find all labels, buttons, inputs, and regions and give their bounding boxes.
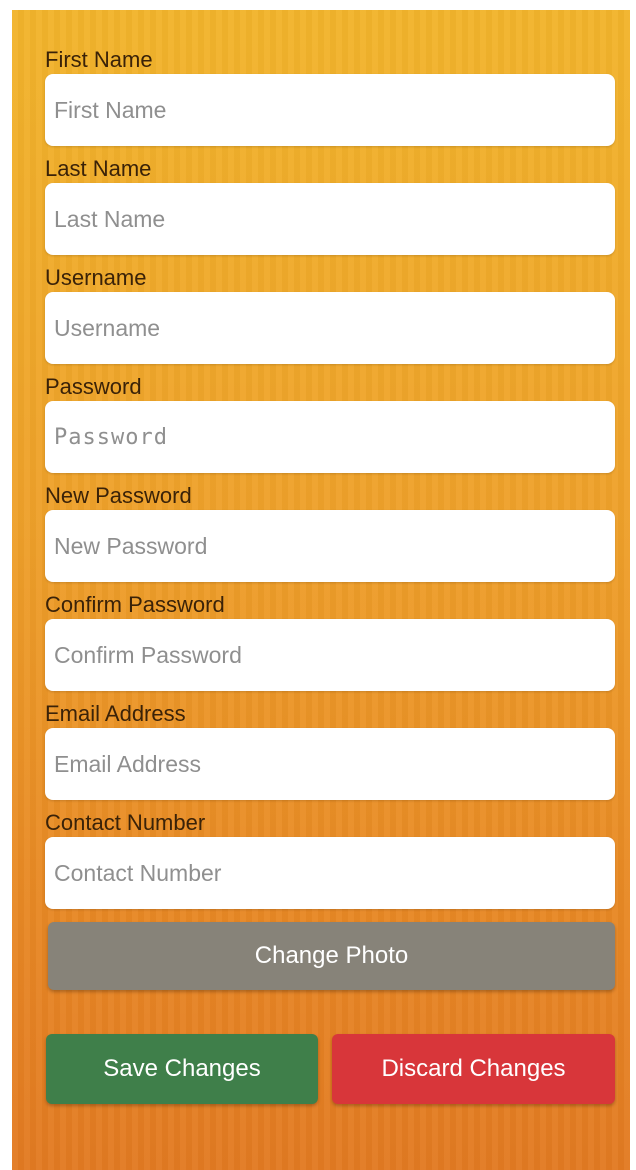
first-name-input[interactable] [45,74,615,146]
email-address-input[interactable] [45,728,615,800]
first-name-label: First Name [45,47,153,72]
confirm-password-label: Confirm Password [45,592,225,617]
contact-number-input[interactable] [45,837,615,909]
edit-profile-form: First Name Last Name Username Password N… [45,46,615,918]
discard-changes-button[interactable]: Discard Changes [332,1034,615,1104]
last-name-input[interactable] [45,183,615,255]
password-label: Password [45,374,142,399]
password-input[interactable] [45,401,615,473]
contact-number-field-group: Contact Number [45,809,615,918]
edit-profile-screen: First Name Last Name Username Password N… [12,10,630,1170]
last-name-label: Last Name [45,156,152,181]
first-name-field-group: First Name [45,46,615,155]
confirm-password-field-group: Confirm Password [45,591,615,700]
change-photo-button[interactable]: Change Photo [48,922,615,990]
password-field-group: Password [45,373,615,482]
last-name-field-group: Last Name [45,155,615,264]
new-password-field-group: New Password [45,482,615,591]
username-field-group: Username [45,264,615,373]
confirm-password-input[interactable] [45,619,615,691]
new-password-input[interactable] [45,510,615,582]
contact-number-label: Contact Number [45,810,206,835]
username-label: Username [45,265,147,290]
email-address-label: Email Address [45,701,186,726]
new-password-label: New Password [45,483,192,508]
save-changes-button[interactable]: Save Changes [46,1034,318,1104]
username-input[interactable] [45,292,615,364]
email-address-field-group: Email Address [45,700,615,809]
